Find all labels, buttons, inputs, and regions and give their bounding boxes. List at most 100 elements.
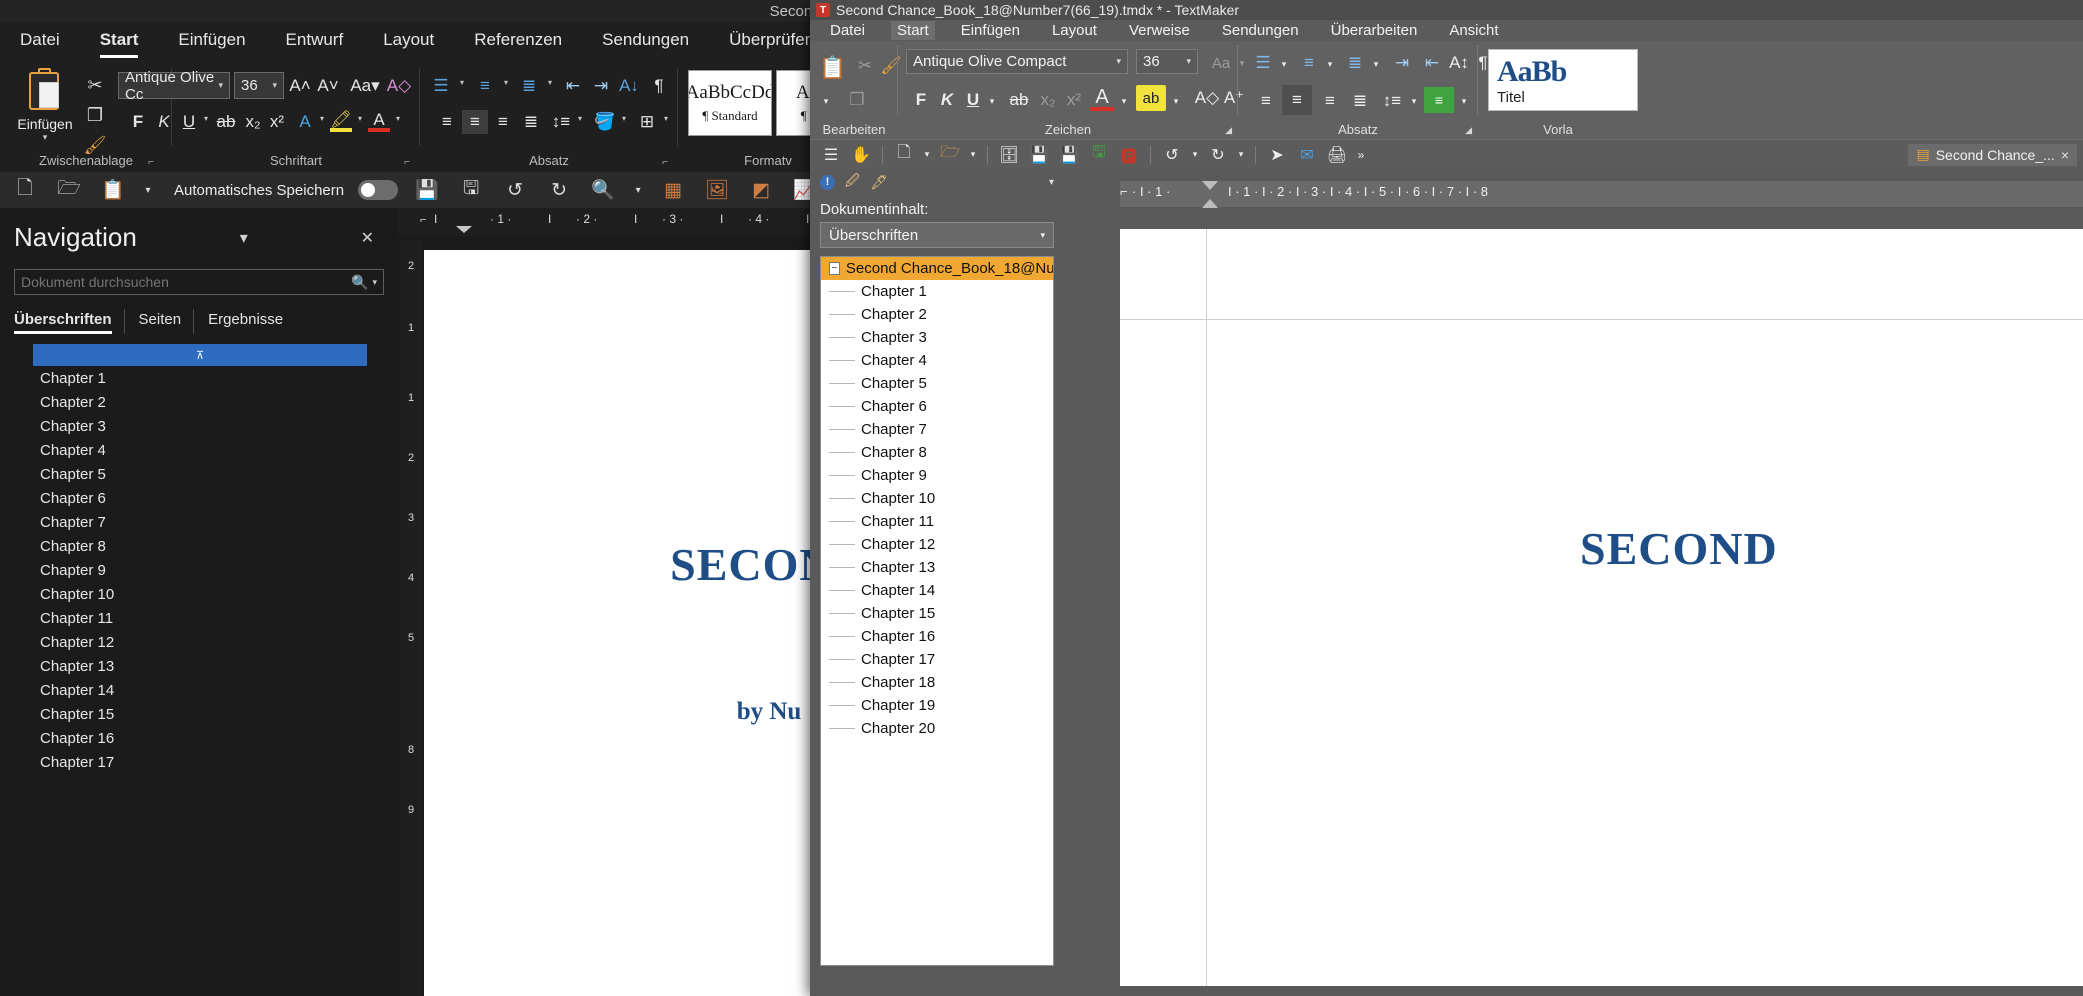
- print-icon[interactable]: 🖨: [1324, 143, 1350, 167]
- outline-item[interactable]: Chapter 15: [821, 602, 1053, 625]
- redo-icon[interactable]: ↻: [1205, 143, 1231, 167]
- tm-tab-ueberarbeiten[interactable]: Überarbeiten: [1325, 21, 1424, 40]
- outline-item[interactable]: Chapter 2: [821, 303, 1053, 326]
- outline-item[interactable]: Chapter 20: [821, 717, 1053, 740]
- chevron-down-icon[interactable]: ▾: [1040, 230, 1045, 241]
- tm-tab-ansicht[interactable]: Ansicht: [1443, 21, 1504, 40]
- outline-item[interactable]: Chapter 16: [821, 625, 1053, 648]
- chevron-down-icon[interactable]: ▾: [142, 176, 154, 204]
- edit-pen-icon[interactable]: 🖋: [870, 174, 888, 191]
- nav-heading-item[interactable]: Chapter 3: [0, 414, 398, 438]
- chevron-down-icon[interactable]: ▾: [1408, 91, 1420, 111]
- chevron-down-icon[interactable]: ▾: [358, 114, 362, 123]
- cut-icon[interactable]: ✂: [852, 53, 878, 79]
- insert-picture-icon[interactable]: 🖼: [702, 176, 732, 204]
- nav-heading-item[interactable]: Chapter 12: [0, 630, 398, 654]
- word-tab-start[interactable]: Start: [94, 26, 145, 58]
- tm-decrease-indent-icon[interactable]: ⇤: [1418, 51, 1446, 75]
- tm-tab-sendungen[interactable]: Sendungen: [1216, 21, 1305, 40]
- outline-item[interactable]: Chapter 4: [821, 349, 1053, 372]
- tm-underline-button[interactable]: U: [962, 87, 984, 113]
- chevron-down-icon[interactable]: ▾: [204, 114, 208, 123]
- new-document-icon[interactable]: 🗋: [891, 143, 917, 167]
- multilevel-list-icon[interactable]: ≣: [516, 74, 542, 98]
- chevron-down-icon[interactable]: ▾: [504, 78, 508, 87]
- subscript-button[interactable]: x₂: [242, 110, 264, 134]
- tm-tab-start[interactable]: Start: [891, 21, 935, 40]
- save-icon[interactable]: 💾: [412, 176, 442, 204]
- shading-icon[interactable]: 🪣: [592, 110, 618, 134]
- nav-heading-item[interactable]: Chapter 14: [0, 678, 398, 702]
- nav-heading-item[interactable]: Chapter 7: [0, 510, 398, 534]
- sort-icon[interactable]: A↓: [616, 74, 642, 98]
- numbered-list-icon[interactable]: ≡: [472, 74, 498, 98]
- style-standard[interactable]: AaBbCcDd ¶ Standard: [688, 70, 772, 136]
- chevron-down-icon[interactable]: ▾: [1118, 91, 1130, 111]
- nav-tab-ueberschriften[interactable]: Überschriften: [14, 309, 124, 334]
- highlight-pen-icon[interactable]: 🖉: [845, 170, 860, 194]
- word-tab-einfuegen[interactable]: Einfügen: [172, 26, 251, 58]
- bold-button[interactable]: F: [128, 110, 148, 134]
- word-tab-datei[interactable]: Datei: [14, 26, 66, 58]
- tm-superscript-button[interactable]: x²: [1062, 87, 1086, 113]
- tm-line-spacing-icon[interactable]: ↕≡: [1378, 87, 1406, 115]
- align-right-icon[interactable]: ≡: [490, 110, 516, 134]
- vertical-ruler[interactable]: 2 1 1 2 3 4 5 8 9: [400, 240, 422, 996]
- chevron-down-icon[interactable]: ▾: [1170, 91, 1182, 111]
- insert-shape-icon[interactable]: ◩: [746, 176, 776, 204]
- paste-icon[interactable]: 📋: [818, 51, 848, 85]
- chevron-down-icon[interactable]: ▾: [1370, 55, 1382, 73]
- autosave-toggle[interactable]: [358, 180, 399, 200]
- nav-heading-item[interactable]: Chapter 1: [0, 366, 398, 390]
- chevron-down-icon[interactable]: ▾: [1049, 177, 1054, 188]
- chevron-down-icon[interactable]: ▾: [1116, 56, 1121, 67]
- clipboard-dialog-launcher[interactable]: ⌐: [148, 157, 154, 168]
- word-tab-sendungen[interactable]: Sendungen: [596, 26, 695, 58]
- chevron-down-icon[interactable]: ▾: [460, 78, 464, 87]
- open-folder-icon[interactable]: 🗁: [937, 143, 963, 167]
- outline-root-node[interactable]: − Second Chance_Book_18@Number7(: [821, 257, 1053, 280]
- text-effects-icon[interactable]: A: [294, 110, 316, 134]
- increase-indent-icon[interactable]: ⇥: [588, 74, 614, 98]
- nav-heading-item[interactable]: Chapter 2: [0, 390, 398, 414]
- nav-heading-item[interactable]: Chapter 11: [0, 606, 398, 630]
- italic-button[interactable]: K: [154, 110, 174, 134]
- export-icon[interactable]: 🖫: [1086, 143, 1112, 167]
- outline-item[interactable]: Chapter 14: [821, 579, 1053, 602]
- tm-tab-verweise[interactable]: Verweise: [1123, 21, 1196, 40]
- tm-strikethrough-button[interactable]: ab: [1006, 87, 1032, 113]
- collapse-toggle-icon[interactable]: −: [829, 262, 840, 275]
- tm-subscript-button[interactable]: x₂: [1036, 87, 1060, 113]
- list-view-icon[interactable]: ☰: [818, 143, 844, 167]
- close-icon[interactable]: ✕: [351, 228, 384, 248]
- underline-button[interactable]: U: [178, 110, 200, 134]
- tm-style-titel[interactable]: AaBb Titel: [1488, 49, 1638, 111]
- insert-table-icon[interactable]: ▦: [658, 176, 688, 204]
- redo-icon[interactable]: ↻: [544, 176, 574, 204]
- tm-tab-layout[interactable]: Layout: [1046, 21, 1103, 40]
- tm-paragraph-dialog-launcher[interactable]: ◢: [1465, 125, 1472, 136]
- navigation-selected-heading[interactable]: ⊼: [33, 344, 367, 366]
- chevron-down-icon[interactable]: ▾: [272, 80, 277, 91]
- chevron-down-icon[interactable]: ▾: [1278, 55, 1290, 73]
- tm-align-left-icon[interactable]: ≡: [1252, 87, 1280, 115]
- chevron-down-icon[interactable]: ▾: [10, 132, 80, 143]
- copy-icon[interactable]: ❐: [844, 87, 870, 113]
- tm-bold-button[interactable]: F: [910, 87, 932, 113]
- chevron-down-icon[interactable]: ▾: [548, 78, 552, 87]
- borders-icon[interactable]: ⊞: [634, 110, 660, 134]
- word-tab-ueberpruefen[interactable]: Überprüfen: [723, 26, 820, 58]
- outline-item[interactable]: Chapter 7: [821, 418, 1053, 441]
- chevron-down-icon[interactable]: ▾: [320, 114, 324, 123]
- sidebar-mode-select[interactable]: Überschriften ▾: [820, 222, 1054, 248]
- chevron-down-icon[interactable]: ▾: [1235, 143, 1247, 167]
- navigation-options-icon[interactable]: ▾: [230, 228, 258, 248]
- tm-change-case-icon[interactable]: Aa: [1208, 51, 1234, 75]
- hand-tool-icon[interactable]: ✋: [848, 143, 874, 167]
- save-icon[interactable]: 💾: [1026, 143, 1052, 167]
- tm-highlight-icon[interactable]: ab: [1136, 85, 1166, 111]
- outline-item[interactable]: Chapter 17: [821, 648, 1053, 671]
- outline-item[interactable]: Chapter 19: [821, 694, 1053, 717]
- new-document-icon[interactable]: 🗋: [10, 176, 40, 204]
- save-all-icon[interactable]: 💾: [1056, 143, 1082, 167]
